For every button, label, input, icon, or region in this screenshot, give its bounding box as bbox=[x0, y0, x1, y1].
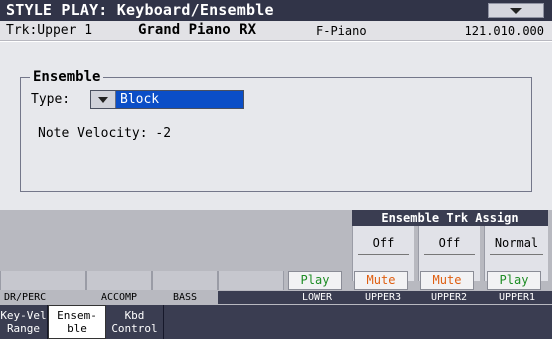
type-label: Type: bbox=[31, 92, 71, 107]
screen: STYLE PLAY: Keyboard/Ensemble Trk:Upper … bbox=[0, 0, 552, 339]
title-bar: STYLE PLAY: Keyboard/Ensemble bbox=[0, 0, 552, 21]
track-label-upper2: UPPER2 bbox=[416, 291, 482, 304]
track-label-lower: LOWER bbox=[284, 291, 350, 304]
triangle-down-icon bbox=[510, 7, 522, 14]
track-mixer: Ensemble Trk Assign Off Off Normal Play … bbox=[0, 210, 552, 339]
track-info-bar: Trk:Upper 1 Grand Piano RX F-Piano 121.0… bbox=[0, 21, 552, 41]
tab-key-vel-range[interactable]: Key-Vel Range bbox=[0, 305, 48, 339]
tab-kbd-control[interactable]: Kbd Control bbox=[106, 305, 164, 339]
upper1-play-button[interactable]: Play bbox=[487, 271, 541, 290]
sound-category: F-Piano bbox=[316, 24, 367, 38]
upper2-mute-button[interactable]: Mute bbox=[420, 271, 474, 290]
track-slot-accomp[interactable] bbox=[86, 271, 152, 290]
dropdown-arrow-icon[interactable] bbox=[91, 91, 116, 108]
main-panel: Ensemble Type: Block Note Velocity: -2 bbox=[0, 42, 552, 210]
track-label-bass: BASS bbox=[172, 292, 198, 303]
assign-value[interactable]: Off bbox=[419, 236, 480, 250]
track-label-drperc: DR/PERC bbox=[4, 292, 47, 303]
page-title: STYLE PLAY: Keyboard/Ensemble bbox=[6, 1, 274, 19]
page-menu-button[interactable] bbox=[488, 3, 544, 18]
lower-play-button[interactable]: Play bbox=[288, 271, 342, 290]
assign-value[interactable]: Off bbox=[353, 236, 414, 250]
ensemble-type-dropdown[interactable]: Block bbox=[90, 90, 244, 109]
track-slot-drperc[interactable] bbox=[0, 271, 86, 290]
sound-name[interactable]: Grand Piano RX bbox=[138, 22, 256, 38]
track-label-upper3: UPPER3 bbox=[350, 291, 416, 304]
tab-bar-empty bbox=[164, 305, 552, 339]
ensemble-trk-assign-header: Ensemble Trk Assign bbox=[352, 210, 548, 226]
sound-bank-number: 121.010.000 bbox=[464, 24, 544, 38]
track-label-accomp: ACCOMP bbox=[100, 292, 138, 303]
assign-value[interactable]: Normal bbox=[485, 236, 548, 250]
note-velocity-field[interactable]: Note Velocity: -2 bbox=[38, 126, 171, 141]
track-label-empty bbox=[218, 291, 284, 304]
track-slot-bass[interactable] bbox=[152, 271, 218, 290]
track-label-upper1: UPPER1 bbox=[482, 291, 552, 304]
tab-ensemble[interactable]: Ensem- ble bbox=[48, 305, 106, 339]
track-name: Trk:Upper 1 bbox=[6, 23, 93, 38]
ensemble-type-value[interactable]: Block bbox=[116, 91, 243, 108]
upper3-mute-button[interactable]: Mute bbox=[354, 271, 408, 290]
track-slot-empty bbox=[218, 271, 284, 290]
ensemble-group-title: Ensemble bbox=[30, 69, 104, 85]
